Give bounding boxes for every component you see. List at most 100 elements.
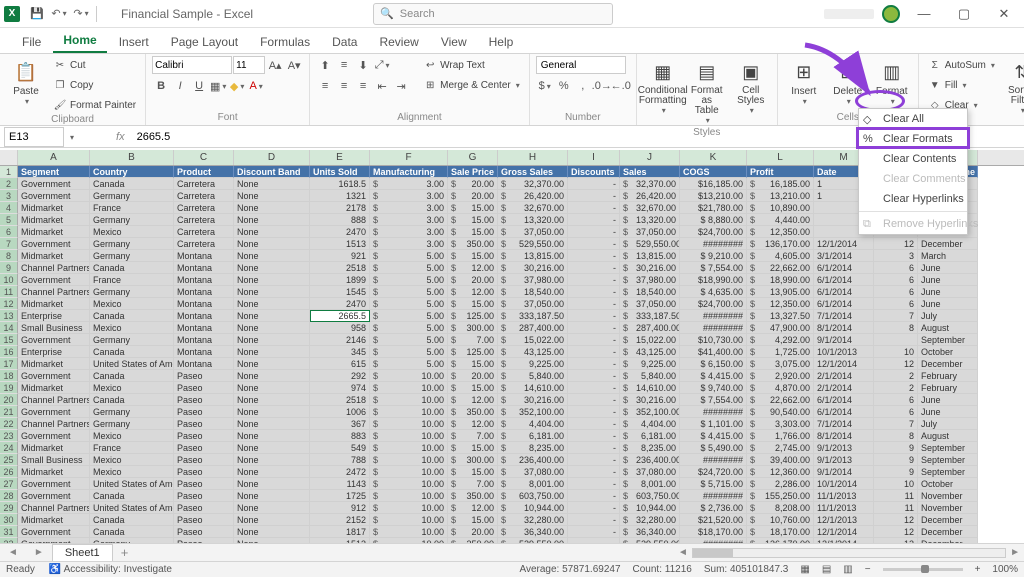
cell[interactable]: 37,080.00 [620,466,680,478]
cell[interactable]: Canada [90,178,174,190]
cell[interactable]: 13,320.00 [498,214,568,226]
sheet-tab[interactable]: Sheet1 [52,544,113,561]
cell[interactable]: $24,700.00 [680,226,747,238]
cell[interactable]: None [234,370,310,382]
cell[interactable]: 8,001.00 [620,478,680,490]
cell[interactable]: - [568,382,620,394]
format-cells-button[interactable]: ▥Format [872,56,912,108]
cell[interactable]: - [568,310,620,322]
cell[interactable]: 90,540.00 [747,406,814,418]
cell[interactable]: $ 1,101.00 [680,418,747,430]
comma-button[interactable]: , [574,77,592,95]
row-header[interactable]: 29 [0,502,18,514]
row-header[interactable]: 4 [0,202,18,214]
cell[interactable]: $ 2,736.00 [680,502,747,514]
cell[interactable]: 4,870.00 [747,382,814,394]
cell[interactable]: $13,210.00 [680,190,747,202]
cell[interactable]: 30,216.00 [498,262,568,274]
cell[interactable]: None [234,298,310,310]
cell[interactable]: - [568,322,620,334]
cell[interactable]: 1,725.00 [747,346,814,358]
cell[interactable]: Channel Partners [18,394,90,406]
cell[interactable]: 9/1/2013 [814,442,874,454]
delete-cells-button[interactable]: ⊟Delete [828,56,868,108]
cell[interactable]: 10.00 [370,430,448,442]
cell[interactable]: 20.00 [448,190,498,202]
cell[interactable]: $24,700.00 [680,298,747,310]
cell[interactable]: 6 [874,394,918,406]
cell[interactable]: COGS [680,166,747,178]
cell[interactable]: ######## [680,238,747,250]
fill-color-button[interactable]: ◆ [228,77,246,95]
cell[interactable]: 20.00 [448,526,498,538]
cell[interactable]: 2152 [310,514,370,526]
cell[interactable]: 529,550.00 [498,238,568,250]
cell[interactable]: Midmarket [18,382,90,394]
cell[interactable]: 3.00 [370,202,448,214]
cell[interactable]: 12.00 [448,394,498,406]
cell[interactable]: March [918,250,978,262]
column-header[interactable]: C [174,150,234,165]
cell[interactable]: Country [90,166,174,178]
cell[interactable]: France [90,274,174,286]
cell[interactable]: December [918,514,978,526]
cell[interactable]: 2,745.00 [747,442,814,454]
cell[interactable]: None [234,202,310,214]
cell[interactable]: - [568,298,620,310]
cell[interactable]: 10 [874,478,918,490]
search-input[interactable]: 🔍 Search [373,3,613,25]
cell[interactable]: 12/1/2014 [814,358,874,370]
cell[interactable]: None [234,406,310,418]
font-size-select[interactable] [233,56,265,74]
cell[interactable]: 603,750.00 [620,490,680,502]
cell[interactable]: Germany [90,418,174,430]
cell[interactable]: 5.00 [370,298,448,310]
cell[interactable]: $18,990.00 [680,274,747,286]
cell[interactable]: 12,350.00 [747,226,814,238]
cell[interactable]: None [234,490,310,502]
cell[interactable]: 2/1/2014 [814,382,874,394]
cell[interactable]: 1513 [310,238,370,250]
cell[interactable]: Montana [174,298,234,310]
row-header[interactable]: 26 [0,466,18,478]
cell[interactable]: 6/1/2014 [814,394,874,406]
border-button[interactable]: ▦ [209,77,227,95]
cell[interactable]: 300.00 [448,454,498,466]
cell[interactable]: None [234,526,310,538]
cell[interactable]: Canada [90,526,174,538]
cut-button[interactable]: ✂Cut [50,56,139,74]
cell[interactable]: 15.00 [448,298,498,310]
cell[interactable]: Canada [90,310,174,322]
cell[interactable]: 8 [874,430,918,442]
cell[interactable]: June [918,406,978,418]
italic-button[interactable]: I [171,77,189,95]
row-header[interactable]: 15 [0,334,18,346]
cell[interactable]: 15.00 [448,382,498,394]
cell[interactable]: July [918,310,978,322]
cell[interactable]: Canada [90,490,174,502]
cell[interactable]: Small Business [18,454,90,466]
cell[interactable]: 6 [874,406,918,418]
cell[interactable]: France [90,202,174,214]
cell[interactable]: - [568,502,620,514]
cell[interactable]: $ 5,490.00 [680,442,747,454]
cell[interactable]: Channel Partners [18,262,90,274]
cell[interactable]: 11/1/2013 [814,490,874,502]
cell[interactable]: 12 [874,238,918,250]
cell[interactable]: 4,605.00 [747,250,814,262]
row-header[interactable]: 9 [0,262,18,274]
cell[interactable]: 10.00 [370,514,448,526]
row-header[interactable]: 28 [0,490,18,502]
cell[interactable]: Units Sold [310,166,370,178]
cell[interactable]: None [234,466,310,478]
cell[interactable]: 236,400.00 [620,454,680,466]
cell[interactable]: Government [18,178,90,190]
tab-formulas[interactable]: Formulas [250,31,320,53]
cell[interactable]: Channel Partners [18,418,90,430]
cell[interactable]: 1545 [310,286,370,298]
cell[interactable]: 6,181.00 [498,430,568,442]
cell[interactable]: 5.00 [370,358,448,370]
cell[interactable]: Segment [18,166,90,178]
name-box[interactable] [4,127,64,147]
row-header[interactable]: 16 [0,346,18,358]
